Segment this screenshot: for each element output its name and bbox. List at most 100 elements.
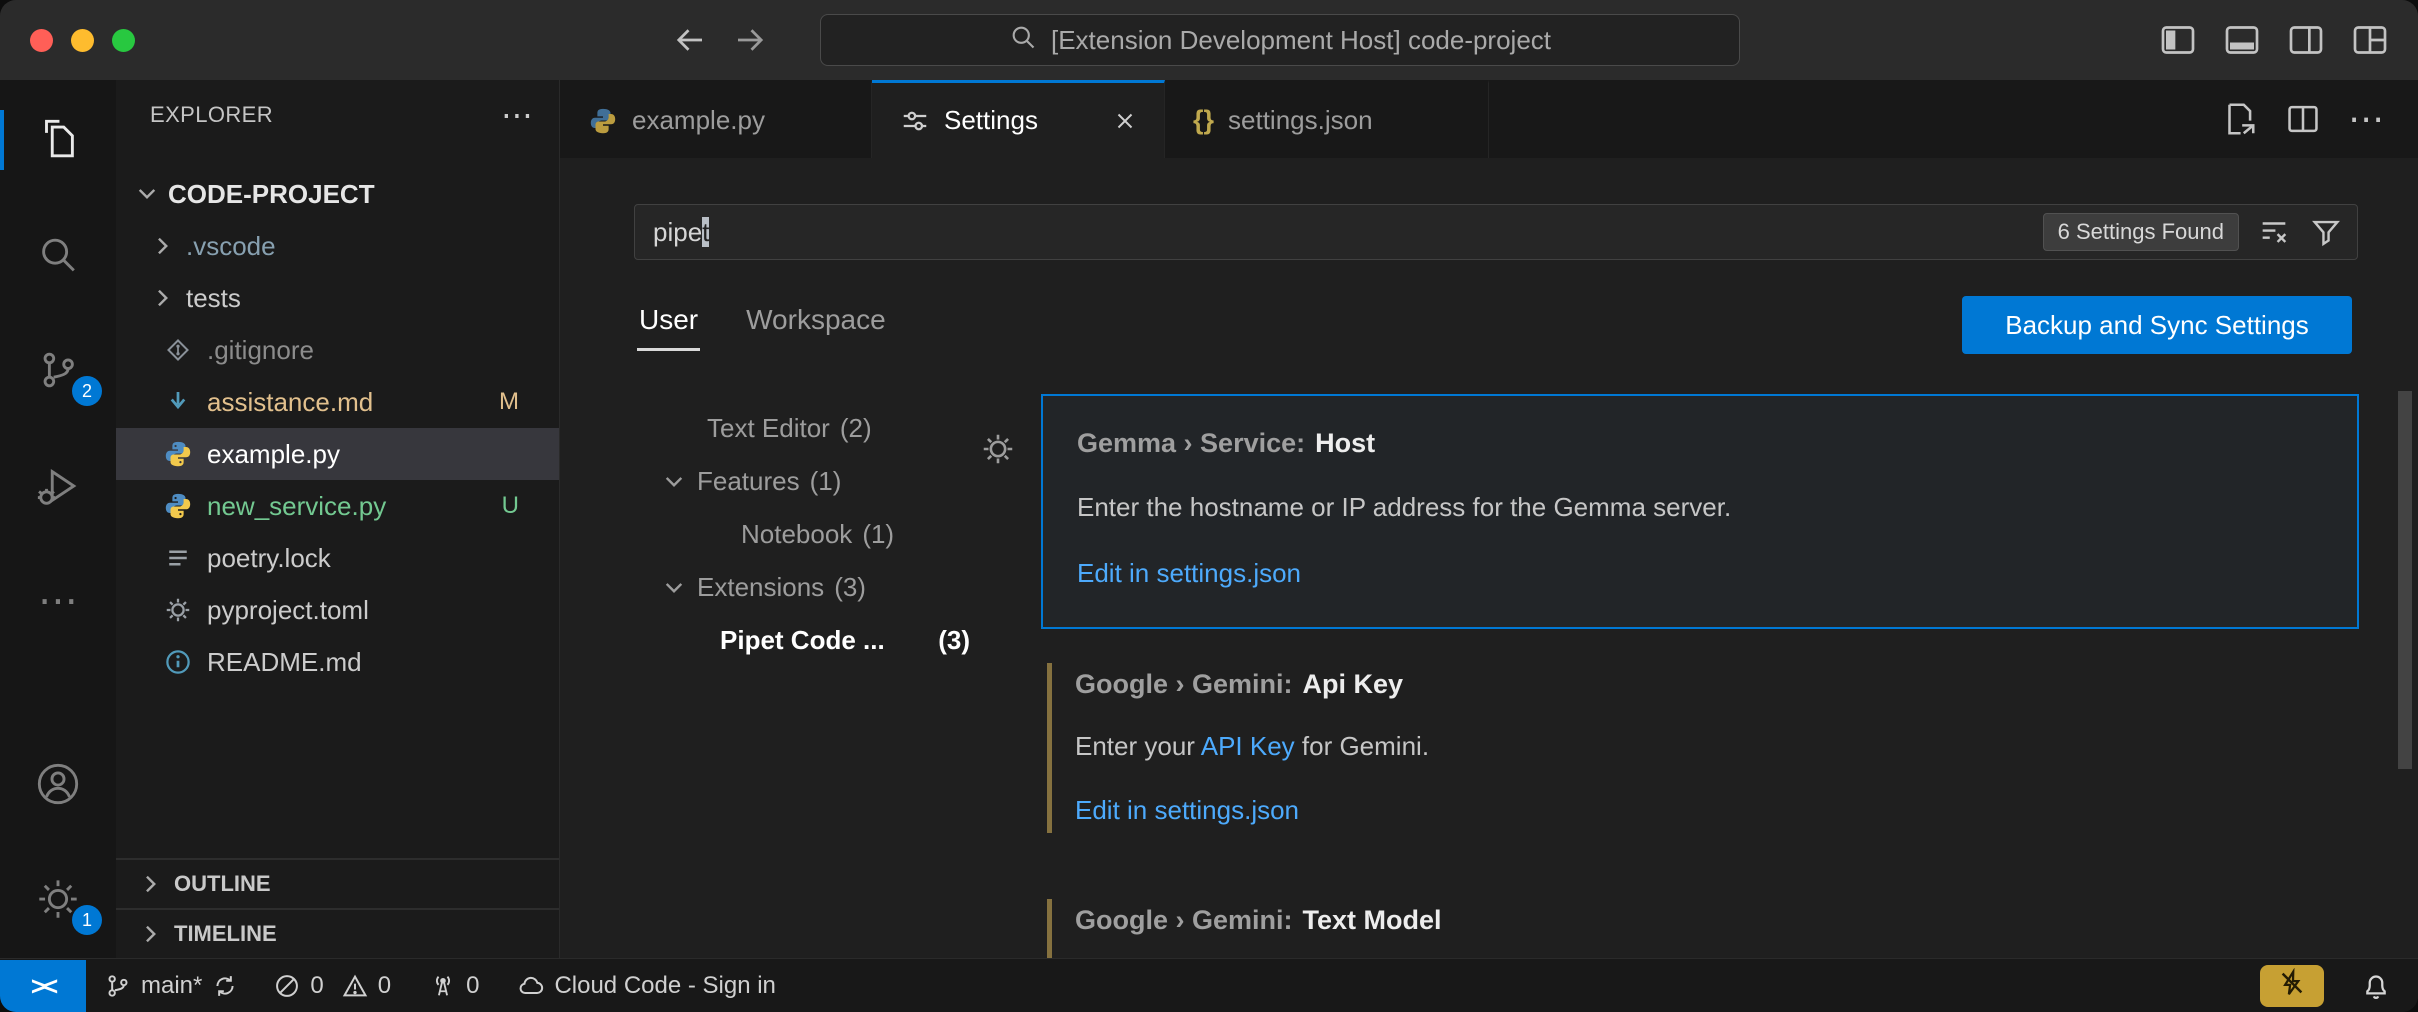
toc-text-editor[interactable]: Text Editor (2) [560,402,1000,455]
tree-item-readme-md[interactable]: README.md [116,636,559,688]
remote-indicator[interactable]: >< [0,960,86,1012]
outline-section-header[interactable]: OUTLINE [116,858,559,908]
tab-example-py[interactable]: example.py [560,80,872,158]
search-selection: t [702,217,709,247]
toc-count: (1) [810,466,842,497]
branch-indicator[interactable]: main* [104,972,239,1000]
tree-item-gitignore[interactable]: .gitignore [116,324,559,376]
activity-settings[interactable]: 1 [0,855,116,943]
more-actions-icon[interactable]: ⋯ [2348,112,2384,126]
toc-count: (3) [938,625,970,656]
tree-item-assistance-md[interactable]: assistance.md M [116,376,559,428]
settings-count-badge: 6 Settings Found [2043,213,2239,251]
file-label: README.md [207,647,362,678]
tree-item-example-py[interactable]: example.py [116,428,559,480]
layout-controls [2158,0,2390,80]
forward-icon[interactable] [732,22,768,58]
setting-title: Google › Gemini:Api Key [1075,667,2323,701]
tree-item-pyproject-toml[interactable]: pyproject.toml [116,584,559,636]
chevron-right-icon [150,233,176,259]
modified-indicator [1047,663,1052,833]
timeline-section-header[interactable]: TIMELINE [116,908,559,958]
git-status-badge: U [502,492,519,520]
chevron-right-icon [138,871,164,897]
close-window-button[interactable] [30,29,53,52]
edit-in-settings-json-link[interactable]: Edit in settings.json [1075,793,2323,827]
tab-settings[interactable]: Settings [872,80,1165,158]
tree-item-tests[interactable]: tests [116,272,559,324]
file-label: poetry.lock [207,543,331,574]
toc-label: Features [697,466,800,497]
files-icon [35,117,81,163]
setting-google-gemini-text-model[interactable]: Google › Gemini:Text Model [1041,899,2359,958]
settings-search-input[interactable]: pipet 6 Settings Found [634,204,2358,260]
modified-indicator [1047,899,1052,958]
title-bar: [Extension Development Host] code-projec… [0,0,2418,80]
filter-icon[interactable] [2309,215,2343,249]
account-icon [35,761,81,807]
sidebar-title: EXPLORER [150,102,273,128]
zoom-window-button[interactable] [112,29,135,52]
extensions-disabled-indicator[interactable] [2260,965,2324,1007]
activity-accounts[interactable] [0,740,116,828]
clear-search-filters-icon[interactable] [2257,215,2291,249]
file-label: new_service.py [207,491,386,522]
info-icon [162,646,194,678]
lock-file-icon [162,542,194,574]
toc-features[interactable]: Features (1) [560,455,1000,508]
toc-pipet-code[interactable]: Pipet Code ... (3) [560,614,1000,667]
tab-label: Settings [944,105,1038,136]
activity-search[interactable] [0,212,116,300]
activity-more[interactable]: ⋯ [0,557,116,645]
sync-icon [211,972,239,1000]
backup-sync-settings-button[interactable]: Backup and Sync Settings [1962,296,2352,354]
setting-gemma-service-host[interactable]: Gemma › Service:Host Enter the hostname … [1041,394,2359,629]
status-bar: >< main* 0 0 0 [0,958,2418,1012]
toc-extensions[interactable]: Extensions (3) [560,561,1000,614]
problems-indicator[interactable]: 0 0 [273,972,391,1000]
warnings-icon [341,972,369,1000]
activity-explorer[interactable] [0,96,116,184]
split-editor-icon[interactable] [2284,100,2322,138]
tree-item-poetry-lock[interactable]: poetry.lock [116,532,559,584]
setting-actions-gear-icon[interactable] [979,430,1017,468]
toggle-secondary-sidebar-icon[interactable] [2286,20,2326,60]
toc-notebook[interactable]: Notebook (1) [560,508,1000,561]
scope-tab-user[interactable]: User [637,292,700,351]
tree-item-new-service-py[interactable]: new_service.py U [116,480,559,532]
back-icon[interactable] [672,22,708,58]
explorer-sidebar: EXPLORER ⋯ CODE-PROJECT .vscode tests [116,80,560,958]
explorer-more-actions-icon[interactable]: ⋯ [501,105,533,125]
search-icon [1009,23,1037,58]
history-nav [672,0,768,80]
tab-settings-json[interactable]: {} settings.json [1165,80,1489,158]
toggle-primary-sidebar-icon[interactable] [2158,20,2198,60]
cloud-code-signin[interactable]: Cloud Code - Sign in [517,972,775,1000]
tab-label: settings.json [1228,105,1373,136]
open-settings-json-icon[interactable] [2220,100,2258,138]
edit-in-settings-json-link[interactable]: Edit in settings.json [1077,556,2321,590]
warnings-count: 0 [378,972,391,1000]
file-label: pyproject.toml [207,595,369,626]
bolt-slash-icon [2277,968,2307,1005]
activity-run-debug[interactable] [0,442,116,530]
close-icon[interactable] [1110,106,1140,136]
toggle-panel-icon[interactable] [2222,20,2262,60]
api-key-link[interactable]: API Key [1201,731,1295,761]
command-center[interactable]: [Extension Development Host] code-projec… [820,14,1740,66]
tree-item-vscode[interactable]: .vscode [116,220,559,272]
minimize-window-button[interactable] [71,29,94,52]
tree-root-code-project[interactable]: CODE-PROJECT [116,168,559,220]
ports-indicator[interactable]: 0 [429,972,479,1000]
notifications-bell-icon[interactable] [2360,970,2392,1002]
customize-layout-icon[interactable] [2350,20,2390,60]
file-label: .gitignore [207,335,314,366]
chevron-right-icon [150,285,176,311]
file-label: tests [186,283,241,314]
activity-source-control[interactable]: 2 [0,326,116,414]
scope-tab-workspace[interactable]: Workspace [744,292,888,351]
scm-badge: 2 [72,376,102,406]
setting-description: Enter the hostname or IP address for the… [1077,490,2321,524]
scrollbar-thumb[interactable] [2398,391,2412,769]
setting-google-gemini-api-key[interactable]: Google › Gemini:Api Key Enter your API K… [1041,663,2359,833]
